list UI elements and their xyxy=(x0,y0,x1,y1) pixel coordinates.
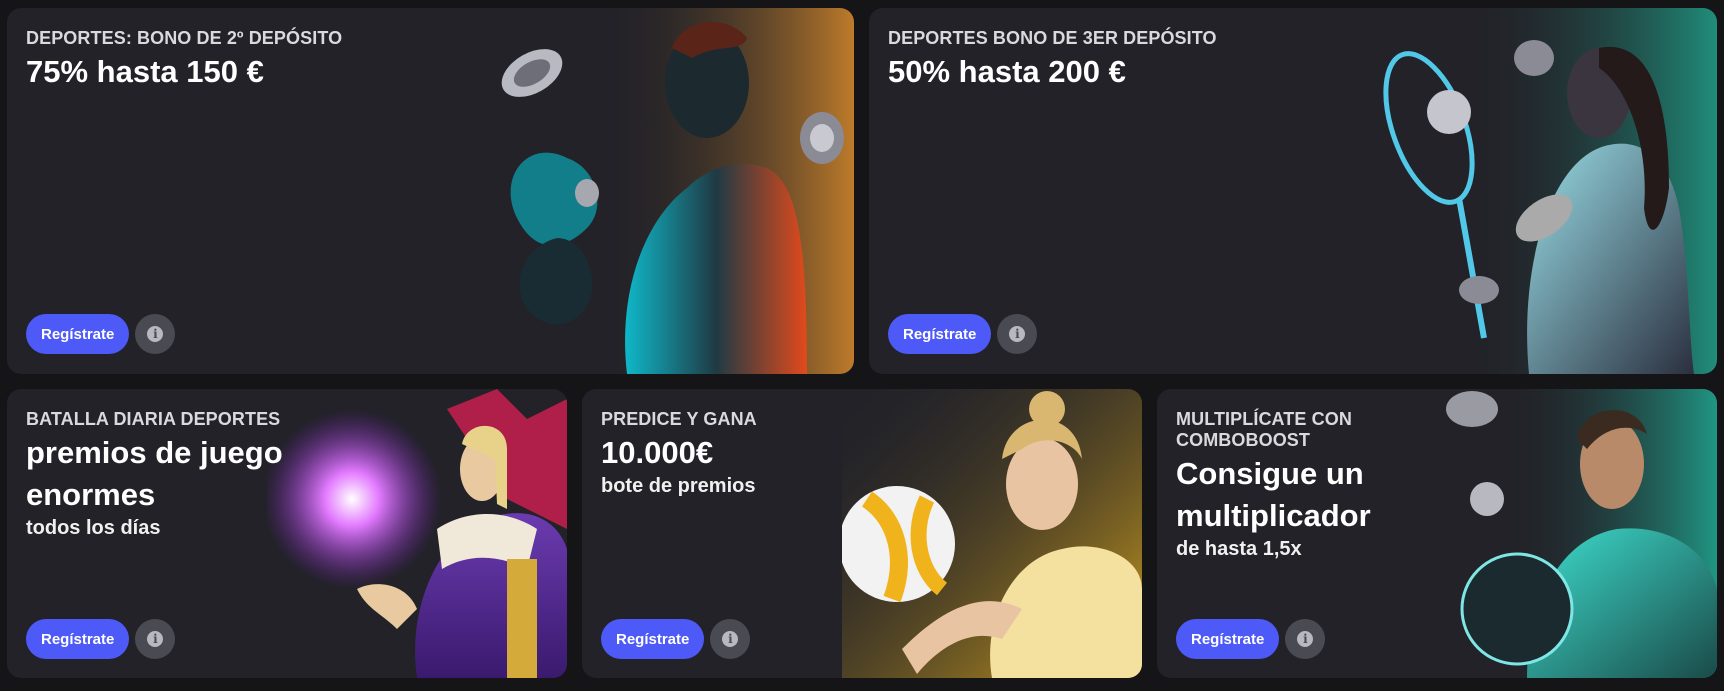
promo-eyebrow: BATALLA DIARIA DEPORTES xyxy=(26,409,281,429)
register-button[interactable]: Regístrate xyxy=(888,314,992,354)
promo-headline: 75% hasta 150 € xyxy=(26,54,264,89)
register-button[interactable]: Regístrate xyxy=(1176,619,1280,659)
register-button[interactable]: Regístrate xyxy=(601,619,705,659)
promo-headline: premios de juego enormes xyxy=(26,435,283,512)
promo-eyebrow: MULTIPLÍCATE CON COMBOBOOST xyxy=(1176,409,1352,450)
register-button[interactable]: Regístrate xyxy=(26,314,130,354)
promo-eyebrow: DEPORTES BONO DE 3ER DEPÓSITO xyxy=(888,28,1217,48)
info-icon: i xyxy=(1009,326,1026,342)
volleyball-player-illustration xyxy=(842,389,1142,678)
footballer-illustration xyxy=(1437,389,1717,678)
boxer-illustration xyxy=(477,8,854,374)
info-button[interactable]: i xyxy=(135,619,176,659)
info-button[interactable]: i xyxy=(710,619,751,659)
promo-card-sports-2nd-deposit[interactable]: DEPORTES: BONO DE 2º DEPÓSITO 75% hasta … xyxy=(7,8,854,374)
info-button[interactable]: i xyxy=(997,314,1038,354)
info-icon: i xyxy=(147,631,164,647)
register-button[interactable]: Regístrate xyxy=(26,619,130,659)
promo-card-sports-3rd-deposit[interactable]: DEPORTES BONO DE 3ER DEPÓSITO 50% hasta … xyxy=(869,8,1717,374)
promo-subline: bote de premios xyxy=(601,475,756,497)
promo-eyebrow: PREDICE Y GANA xyxy=(601,409,757,429)
info-icon: i xyxy=(147,326,164,342)
info-icon: i xyxy=(1297,631,1314,647)
promo-card-daily-battle[interactable]: BATALLA DIARIA DEPORTES premios de juego… xyxy=(7,389,567,678)
promo-subline: de hasta 1,5x xyxy=(1176,538,1302,560)
tennis-player-illustration xyxy=(1349,8,1717,374)
info-button[interactable]: i xyxy=(1285,619,1326,659)
promo-headline: Consigue un multiplicador xyxy=(1176,456,1371,533)
promo-headline: 50% hasta 200 € xyxy=(888,54,1126,89)
promo-card-comboboost[interactable]: MULTIPLÍCATE CON COMBOBOOST Consigue un … xyxy=(1157,389,1717,678)
promo-card-predict-and-win[interactable]: PREDICE Y GANA 10.000€ bote de premios R… xyxy=(582,389,1142,678)
info-button[interactable]: i xyxy=(135,314,176,354)
promo-eyebrow: DEPORTES: BONO DE 2º DEPÓSITO xyxy=(26,28,343,48)
promo-subline: todos los días xyxy=(26,517,161,539)
promo-headline: 10.000€ xyxy=(601,435,714,470)
info-icon: i xyxy=(722,631,739,647)
